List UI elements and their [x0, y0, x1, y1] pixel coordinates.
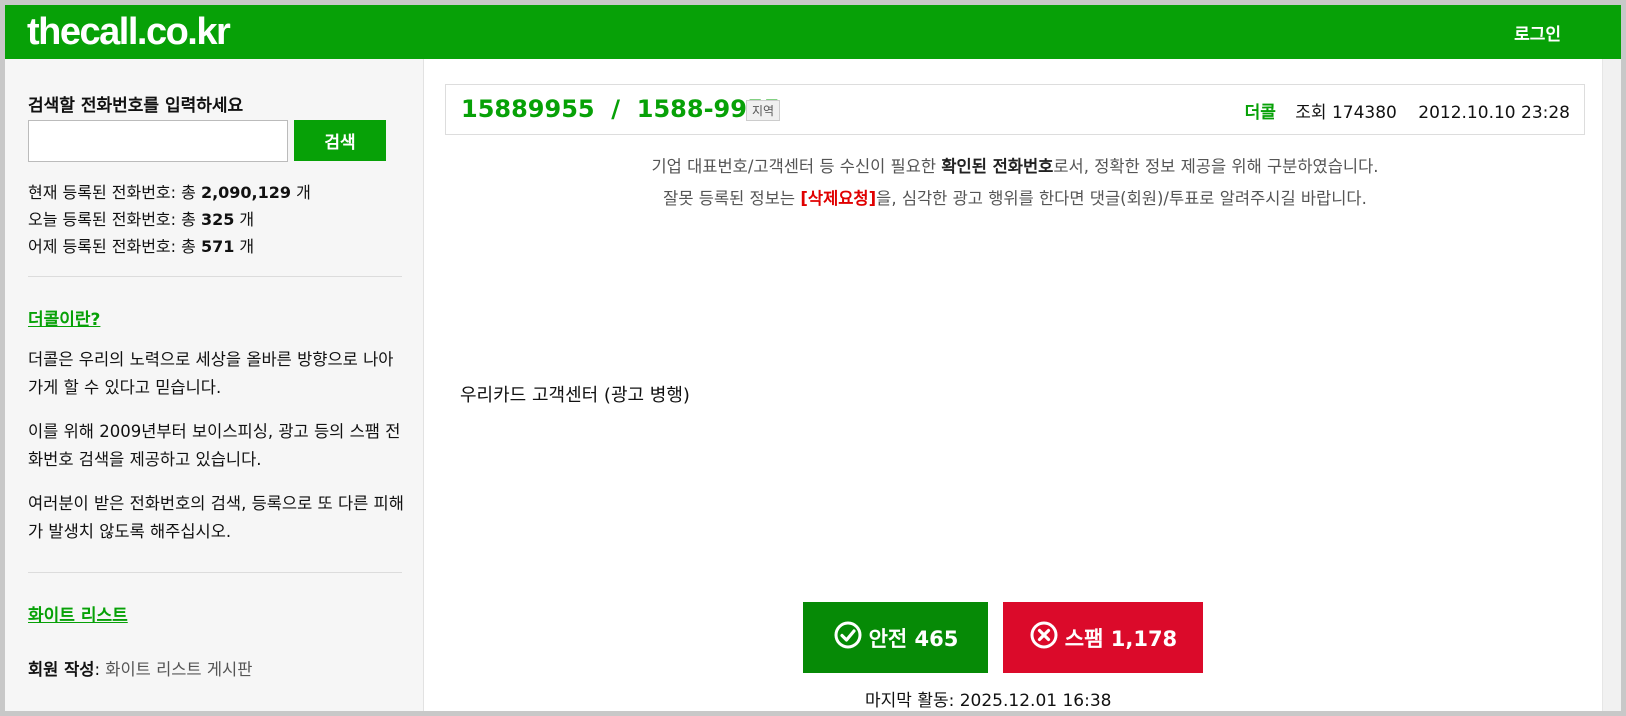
last-activity: 마지막 활동: 2025.12.01 16:38: [865, 691, 1112, 711]
delete-request-link[interactable]: [삭제요청]: [800, 189, 876, 208]
header-bar: thecall.co.kr 로그인: [5, 5, 1621, 59]
sidebar-divider: [28, 572, 402, 573]
stat-total-prefix: 현재 등록된 전화번호: 총: [28, 183, 201, 202]
stat-total: 현재 등록된 전화번호: 총 2,090,129 개: [28, 179, 311, 203]
notice1-bold: 확인된 전화번호: [941, 157, 1054, 176]
stat-today: 오늘 등록된 전화번호: 총 325 개: [28, 206, 254, 230]
notice-line-2: 잘못 등록된 정보는 [삭제요청]을, 심각한 광고 행위를 한다면 댓글(회원…: [445, 185, 1585, 209]
number-header-box: 15889955 / 1588-9955 지역 더콜 조회 174380 201…: [445, 84, 1585, 135]
page-scrollbar[interactable]: [1602, 59, 1621, 711]
number-meta: 더콜 조회 174380 2012.10.10 23:28: [1245, 98, 1570, 123]
x-circle-icon: [1029, 620, 1059, 655]
sidebar: 검색할 전화번호를 입력하세요 검색 현재 등록된 전화번호: 총 2,090,…: [5, 59, 424, 711]
region-tag: 지역: [746, 100, 781, 121]
vote-safe-label: 안전 465: [868, 626, 959, 651]
stat-yesterday-suffix: 개: [234, 237, 255, 256]
member-separator: :: [94, 660, 106, 679]
number-description: 우리카드 고객센터 (광고 병행): [460, 385, 690, 406]
vote-safe-button[interactable]: 안전 465: [803, 602, 988, 673]
whitelist-board-link[interactable]: 화이트 리스트 게시판: [105, 660, 252, 679]
notice1-pre: 기업 대표번호/고객센터 등 수신이 필요한: [651, 157, 942, 176]
notice2-pre: 잘못 등록된 정보는: [663, 189, 801, 208]
about-para-3: 여러분이 받은 전화번호의 검색, 등록으로 또 다른 피해가 발생치 않도록 …: [28, 494, 404, 541]
about-link[interactable]: 더콜이란?: [28, 305, 100, 330]
search-button[interactable]: 검색: [294, 120, 386, 161]
page-frame: thecall.co.kr 로그인 검색할 전화번호를 입력하세요 검색 현재 …: [5, 5, 1621, 711]
member-label: 회원 작성: [28, 660, 95, 679]
registered-datetime: 2012.10.10 23:28: [1418, 103, 1570, 123]
view-count: 조회 174380: [1295, 103, 1397, 123]
sidebar-divider: [28, 276, 402, 277]
stat-today-prefix: 오늘 등록된 전화번호: 총: [28, 210, 201, 229]
stat-today-value: 325: [200, 210, 235, 229]
check-circle-icon: [833, 620, 863, 655]
whitelist-link[interactable]: 화이트 리스트: [28, 601, 128, 626]
login-link[interactable]: 로그인: [1514, 20, 1561, 45]
stat-today-suffix: 개: [234, 210, 255, 229]
stat-total-value: 2,090,129: [200, 183, 292, 202]
vote-spam-label: 스팸 1,178: [1064, 626, 1178, 651]
search-title: 검색할 전화번호를 입력하세요: [28, 96, 244, 116]
stat-total-suffix: 개: [291, 183, 311, 202]
stat-yesterday: 어제 등록된 전화번호: 총 571 개: [28, 233, 254, 257]
stat-yesterday-value: 571: [200, 237, 235, 256]
phone-search-input[interactable]: [28, 120, 288, 162]
brand-label: 더콜: [1244, 103, 1276, 123]
stat-yesterday-prefix: 어제 등록된 전화번호: 총: [28, 237, 201, 256]
about-para-1: 더콜은 우리의 노력으로 세상을 올바른 방향으로 나아가게 할 수 있다고 믿…: [28, 350, 394, 397]
notice1-post: 로서, 정확한 정보 제공을 위해 구분하였습니다.: [1053, 157, 1379, 176]
phone-number: 15889955 / 1588-9955: [461, 95, 781, 123]
vote-spam-button[interactable]: 스팸 1,178: [1003, 602, 1203, 673]
site-logo[interactable]: thecall.co.kr: [27, 9, 231, 55]
member-write: 회원 작성: 화이트 리스트 게시판: [28, 656, 252, 680]
notice-line-1: 기업 대표번호/고객센터 등 수신이 필요한 확인된 전화번호로서, 정확한 정…: [445, 153, 1585, 177]
about-para-2: 이를 위해 2009년부터 보이스피싱, 광고 등의 스팸 전화번호 검색을 제…: [28, 422, 401, 469]
main-content: 15889955 / 1588-9955 지역 더콜 조회 174380 201…: [425, 59, 1602, 711]
notice2-post: 을, 심각한 광고 행위를 한다면 댓글(회원)/투표로 알려주시길 바랍니다.: [876, 189, 1367, 208]
